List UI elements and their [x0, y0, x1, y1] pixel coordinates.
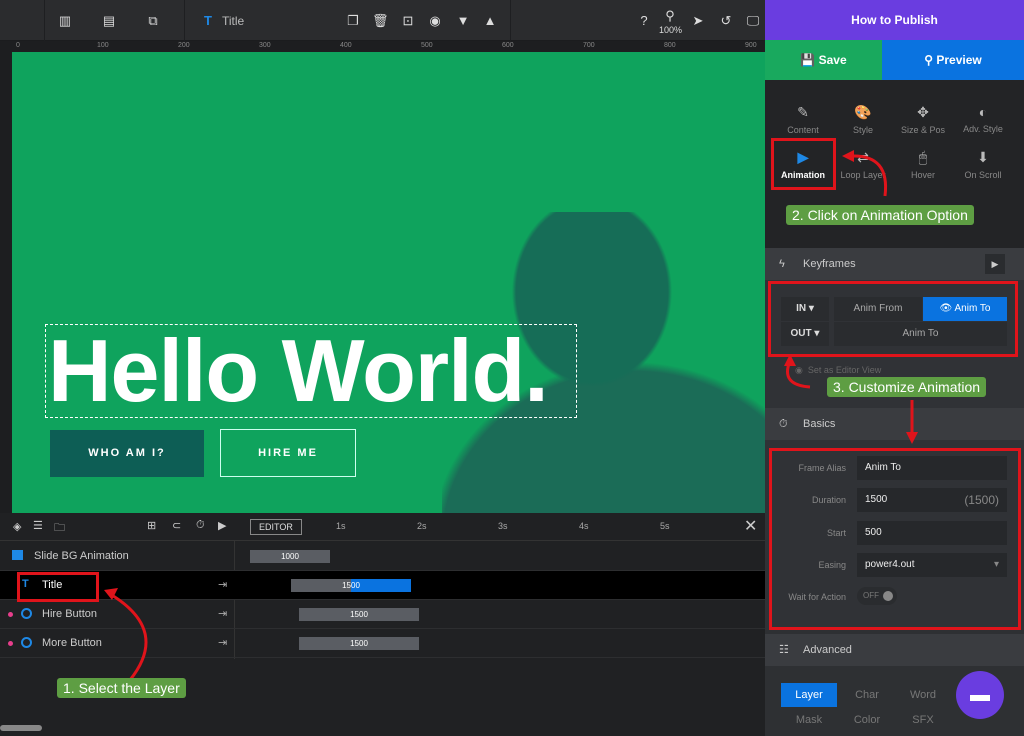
annotation-step-2: 2. Click on Animation Option	[786, 205, 974, 225]
annotation-step-3: 3. Customize Animation	[827, 377, 987, 397]
annotation-step-1: 1. Select the Layer	[57, 678, 186, 698]
annotation-arrows	[104, 150, 918, 681]
